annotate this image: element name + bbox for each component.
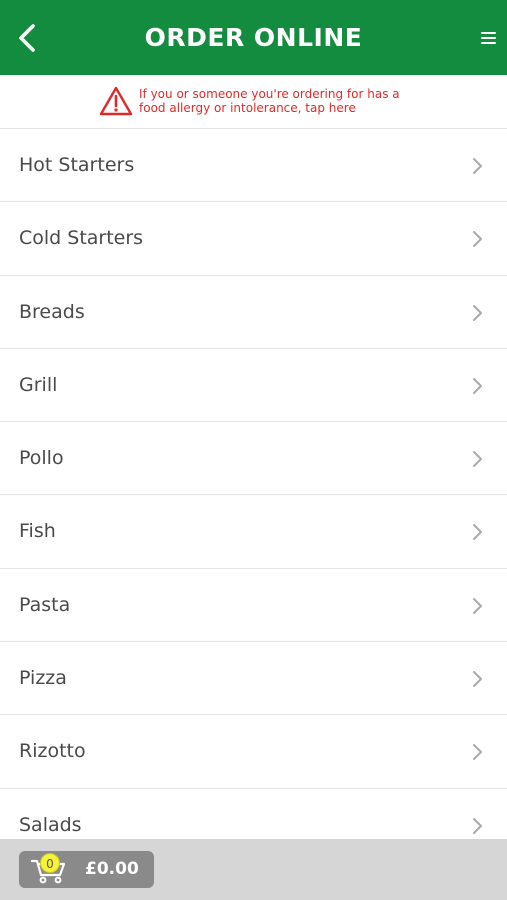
hamburger-menu-button[interactable] (479, 25, 499, 51)
chevron-right-icon (473, 304, 482, 321)
chevron-right-icon (473, 231, 482, 248)
menu-category-breads[interactable]: Breads (0, 275, 507, 349)
menu-category-pasta[interactable]: Pasta (0, 568, 507, 643)
chevron-right-icon (473, 671, 482, 688)
menu-category-fish[interactable]: Fish (0, 495, 507, 569)
menu-category-label: Fish (19, 520, 56, 543)
chevron-right-icon (473, 744, 482, 761)
chevron-right-icon (473, 451, 482, 468)
allergy-notice-line-2: food allergy or intolerance, tap here (139, 101, 356, 115)
menu-category-cold-starters[interactable]: Cold Starters (0, 202, 507, 276)
back-button[interactable] (10, 20, 44, 56)
allergy-notice-line-1: If you or someone you're ordering for ha… (139, 87, 400, 101)
menu-category-label: Rizotto (19, 740, 86, 763)
page-title: ORDER ONLINE (144, 23, 363, 52)
top-app-bar: ORDER ONLINE (0, 0, 507, 75)
menu-category-list: Hot Starters Cold Starters Breads Grill … (0, 129, 507, 862)
menu-category-grill[interactable]: Grill (0, 348, 507, 423)
chevron-left-icon (19, 24, 35, 52)
cart-total: £0.00 (85, 859, 139, 879)
chevron-right-icon (473, 597, 482, 614)
order-online-screen: ORDER ONLINE If you or someone you're or… (0, 0, 507, 900)
warning-icon (99, 86, 133, 116)
cart-count-badge: 0 (40, 853, 60, 873)
menu-category-label: Pizza (19, 667, 67, 690)
chevron-right-icon (473, 158, 482, 174)
menu-category-pizza[interactable]: Pizza (0, 642, 507, 716)
menu-category-rizotto[interactable]: Rizotto (0, 715, 507, 789)
menu-category-hot-starters[interactable]: Hot Starters (0, 129, 507, 203)
menu-category-label: Hot Starters (19, 154, 135, 176)
allergy-notice-text: If you or someone you're ordering for ha… (139, 87, 419, 115)
menu-category-label: Grill (19, 373, 58, 396)
allergy-notice-link[interactable]: If you or someone you're ordering for ha… (0, 75, 507, 129)
hamburger-menu-icon (481, 32, 496, 34)
menu-category-label: Pollo (19, 447, 64, 470)
chevron-right-icon (473, 817, 482, 834)
menu-category-pollo[interactable]: Pollo (0, 422, 507, 496)
chevron-right-icon (473, 524, 482, 541)
menu-category-label: Cold Starters (19, 227, 144, 250)
cart-bar: 0 £0.00 (0, 839, 507, 900)
menu-category-label: Pasta (19, 593, 71, 616)
view-cart-button[interactable]: 0 £0.00 (19, 851, 154, 888)
chevron-right-icon (473, 377, 482, 394)
menu-category-label: Breads (19, 300, 85, 323)
